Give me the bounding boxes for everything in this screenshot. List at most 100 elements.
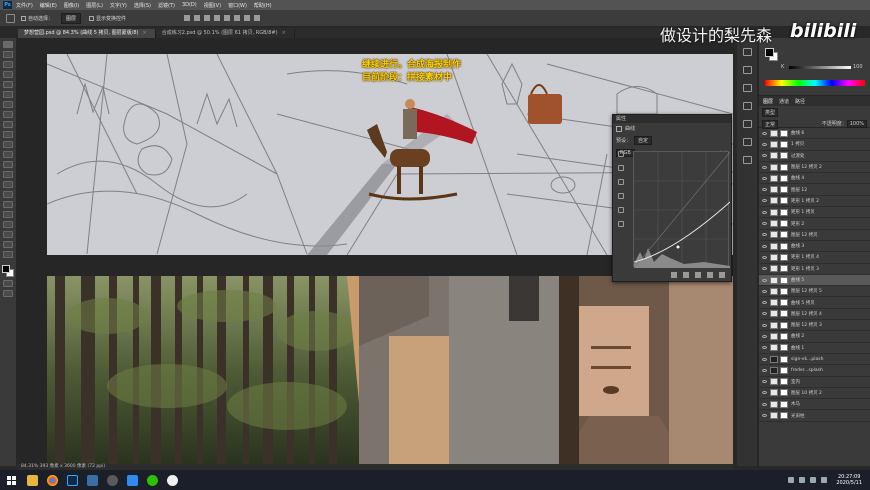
layer-mask-thumbnail[interactable] <box>780 163 788 171</box>
system-clock[interactable]: 20:27:09 2020/5/11 <box>836 474 862 486</box>
menu-image[interactable]: 图像(I) <box>64 2 79 9</box>
eyedropper-tool-icon[interactable] <box>3 101 13 108</box>
volume-icon[interactable] <box>810 477 817 483</box>
visibility-eye-icon[interactable] <box>762 267 767 271</box>
menu-filter[interactable]: 滤镜(T) <box>158 2 175 9</box>
align-left-icon[interactable] <box>184 15 191 21</box>
visibility-eye-icon[interactable] <box>762 154 767 158</box>
visibility-eye-icon[interactable] <box>762 244 767 248</box>
layer-mask-thumbnail[interactable] <box>780 174 788 182</box>
layer-mask-thumbnail[interactable] <box>780 253 788 261</box>
visibility-eye-icon[interactable] <box>762 334 767 338</box>
layer-row[interactable]: 矩形 1 拷贝 2 <box>759 196 870 208</box>
tray-icon[interactable] <box>788 477 795 483</box>
tab-paths[interactable]: 路径 <box>795 98 805 105</box>
hand-tool-icon[interactable] <box>3 231 13 238</box>
clip-to-layer-icon[interactable] <box>671 272 677 278</box>
auto-select-dropdown[interactable]: 图层 <box>61 12 82 24</box>
brush-panel-icon[interactable] <box>742 156 752 164</box>
layer-row[interactable]: 矩形 1 拷贝 <box>759 207 870 219</box>
layer-mask-thumbnail[interactable] <box>780 344 788 352</box>
layer-mask-thumbnail[interactable] <box>780 321 788 329</box>
visibility-eye-icon[interactable] <box>762 222 767 226</box>
layer-mask-thumbnail[interactable] <box>780 366 788 374</box>
taskbar-app-6[interactable] <box>122 470 142 490</box>
gray-point-eyedropper-icon[interactable] <box>618 179 624 185</box>
layer-mask-thumbnail[interactable] <box>780 197 788 205</box>
more-tools-icon[interactable] <box>3 251 13 258</box>
visibility-eye-icon[interactable] <box>762 380 767 384</box>
color-swatches[interactable] <box>2 265 14 277</box>
tab-channels[interactable]: 通道 <box>779 98 789 105</box>
layer-mask-thumbnail[interactable] <box>780 287 788 295</box>
shape-tool-icon[interactable] <box>3 221 13 228</box>
type-tool-icon[interactable] <box>3 201 13 208</box>
visibility-eye-icon[interactable] <box>762 289 767 293</box>
reset-icon[interactable] <box>695 272 701 278</box>
visibility-eye-icon[interactable] <box>762 131 767 135</box>
curve-graph[interactable] <box>633 151 731 269</box>
dodge-tool-icon[interactable] <box>3 181 13 188</box>
layer-mask-thumbnail[interactable] <box>780 152 788 160</box>
visibility-eye-icon[interactable] <box>762 346 767 350</box>
layer-mask-thumbnail[interactable] <box>780 412 788 420</box>
layer-mask-thumbnail[interactable] <box>780 299 788 307</box>
character-panel-icon[interactable] <box>742 120 752 128</box>
layer-row[interactable]: sign-vk...plash <box>759 354 870 366</box>
quick-select-tool-icon[interactable] <box>3 71 13 78</box>
distribute-icon[interactable] <box>244 15 251 21</box>
align-bottom-icon[interactable] <box>234 15 241 21</box>
layer-mask-thumbnail[interactable] <box>780 310 788 318</box>
menu-window[interactable]: 窗口(W) <box>228 2 247 9</box>
layer-row[interactable]: 过渡处 <box>759 151 870 162</box>
layer-row[interactable]: 光旧柱 <box>759 410 870 422</box>
layer-row[interactable]: 曲线 5 拷贝 <box>759 297 870 309</box>
history-brush-icon[interactable] <box>3 141 13 148</box>
layer-row[interactable]: 室内 <box>759 377 870 388</box>
align-middle-icon[interactable] <box>224 15 231 21</box>
eraser-tool-icon[interactable] <box>3 151 13 158</box>
marquee-tool-icon[interactable] <box>3 51 13 58</box>
taskbar-app-4[interactable] <box>82 470 102 490</box>
properties-panel-icon[interactable] <box>742 66 752 74</box>
frame-tool-icon[interactable] <box>3 91 13 98</box>
layer-row[interactable]: freder...splash <box>759 365 870 377</box>
menu-type[interactable]: 文字(Y) <box>110 2 127 9</box>
paragraph-panel-icon[interactable] <box>742 138 752 146</box>
taskbar-app-5[interactable] <box>102 470 122 490</box>
align-center-icon[interactable] <box>194 15 201 21</box>
auto-select-checkbox[interactable] <box>21 15 26 21</box>
layer-row[interactable]: 矩形 1 拷贝 3 <box>759 264 870 275</box>
visibility-eye-icon[interactable] <box>762 142 767 146</box>
taskbar-file-explorer[interactable] <box>22 470 42 490</box>
layer-mask-thumbnail[interactable] <box>780 389 788 397</box>
pencil-curve-icon[interactable] <box>618 221 624 227</box>
history-panel-icon[interactable] <box>742 48 752 56</box>
k-channel-value[interactable]: 100 <box>853 64 863 70</box>
properties-panel[interactable]: 属性 曲线 预设： 自定 RGB 自动 <box>612 114 732 282</box>
visibility-eye-icon[interactable] <box>762 278 767 282</box>
preset-dropdown[interactable]: 自定 <box>634 136 653 145</box>
view-previous-icon[interactable] <box>683 272 689 278</box>
taskbar-app-8[interactable] <box>162 470 182 490</box>
taskbar-chrome[interactable] <box>42 470 62 490</box>
layer-mask-thumbnail[interactable] <box>780 265 788 273</box>
align-right-icon[interactable] <box>204 15 211 21</box>
menu-3d[interactable]: 3D(D) <box>182 2 197 8</box>
menu-help[interactable]: 帮助(H) <box>254 2 272 9</box>
layer-row[interactable]: 1 拷贝 <box>759 139 870 151</box>
close-icon[interactable]: × <box>282 30 286 36</box>
layer-row[interactable]: 曲线 5 <box>759 274 870 287</box>
layer-row[interactable]: 曲线 4 <box>759 173 870 185</box>
visibility-eye-icon[interactable] <box>762 402 767 406</box>
visibility-eye-icon[interactable] <box>762 323 767 327</box>
crop-tool-icon[interactable] <box>3 81 13 88</box>
layer-mask-thumbnail[interactable] <box>780 355 788 363</box>
layer-mask-thumbnail[interactable] <box>780 129 788 137</box>
visibility-eye-icon[interactable] <box>762 176 767 180</box>
brush-tool-icon[interactable] <box>3 121 13 128</box>
visibility-eye-icon[interactable] <box>762 414 767 418</box>
layer-mask-thumbnail[interactable] <box>780 208 788 216</box>
layer-row[interactable]: 图层 12 <box>759 184 870 196</box>
foreground-color-swatch[interactable] <box>765 48 774 57</box>
